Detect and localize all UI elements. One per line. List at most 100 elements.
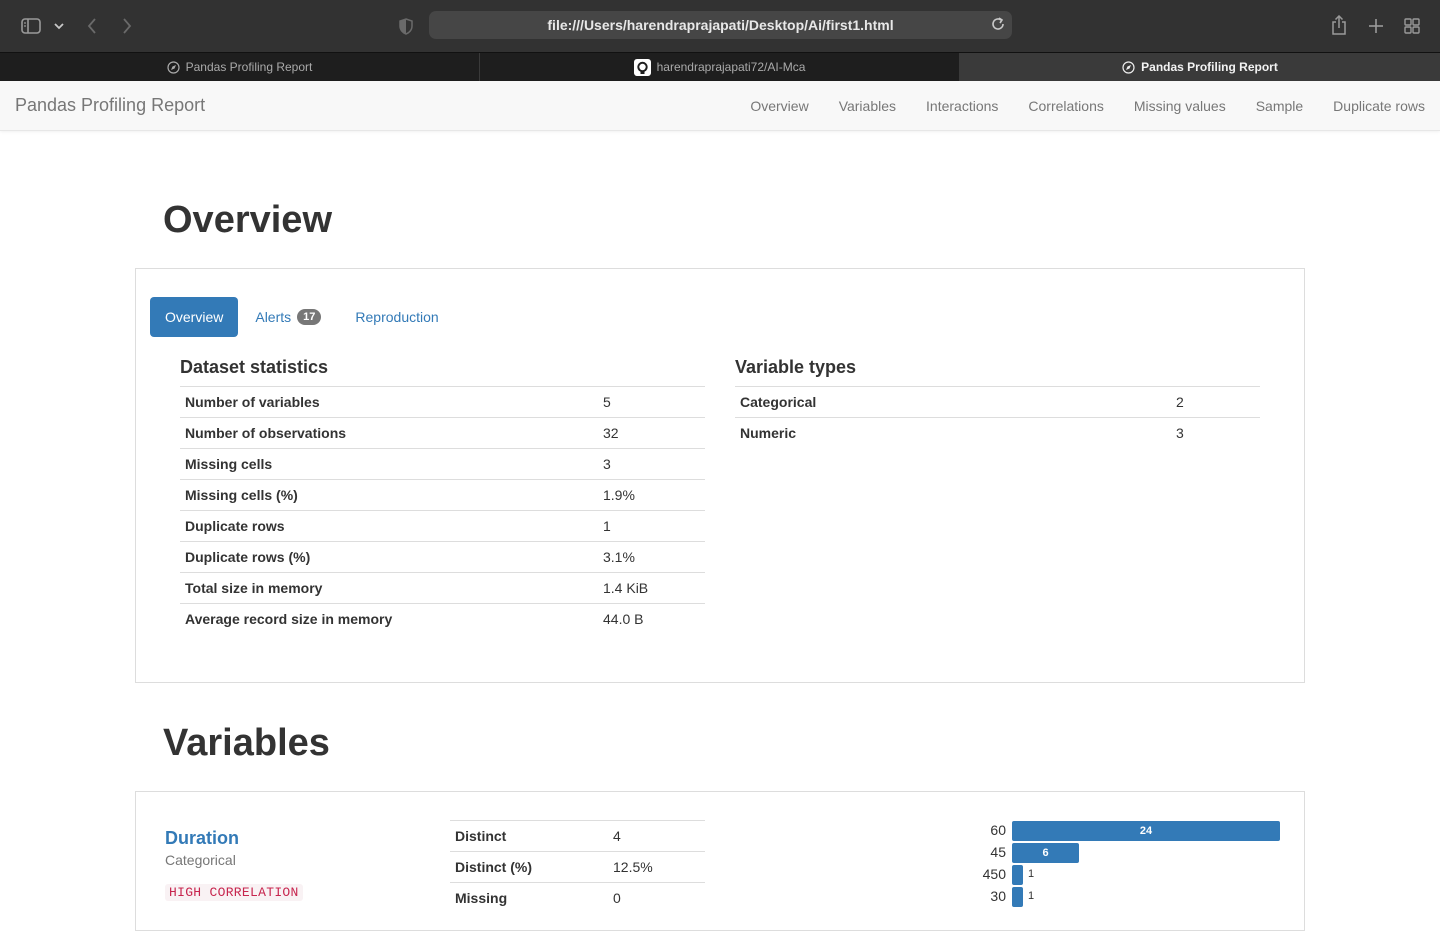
tab-overview[interactable]: Overview: [150, 297, 239, 337]
browser-tab[interactable]: Pandas Profiling Report: [0, 53, 480, 81]
alerts-count-badge: 17: [297, 309, 322, 325]
stat-label: Duplicate rows: [180, 510, 598, 542]
stat-value: 3: [598, 448, 705, 480]
sidebar-toggle-icon[interactable]: [20, 17, 42, 35]
stat-label: Categorical: [735, 386, 1171, 418]
frequency-count: 1: [1028, 868, 1035, 880]
stat-value: 5: [598, 386, 705, 418]
frequency-label: 30: [990, 888, 1006, 904]
stat-label: Number of observations: [180, 417, 598, 449]
variable-panel-duration: Duration Categorical HIGH CORRELATION Di…: [135, 791, 1305, 931]
forward-arrow-icon[interactable]: [119, 16, 135, 36]
dataset-statistics-title: Dataset statistics: [180, 357, 329, 377]
tab-alerts-label: Alerts: [255, 309, 292, 325]
frequency-chart: 60 24 45 6 450 1 30 1: [966, 821, 1286, 911]
address-bar[interactable]: file:///Users/harendraprajapati/Desktop/…: [429, 11, 1012, 39]
stat-label: Distinct (%): [450, 851, 608, 883]
dataset-statistics-table: Number of variables 5 Number of observatio…: [180, 386, 705, 635]
stat-value: 1.4 KiB: [598, 572, 705, 604]
stat-row: Missing 0: [450, 882, 705, 914]
stat-row: Categorical 2: [735, 386, 1260, 418]
stat-label: Numeric: [735, 417, 1171, 449]
browser-toolbar: file:///Users/harendraprajapati/Desktop/…: [0, 0, 1440, 52]
stat-row: Missing cells 3: [180, 448, 705, 480]
frequency-bar: [1012, 865, 1023, 885]
stat-label: Average record size in memory: [180, 603, 598, 635]
chevron-down-icon[interactable]: [52, 19, 66, 33]
frequency-bar: 6: [1012, 843, 1079, 863]
tab-reproduction[interactable]: Reproduction: [340, 297, 453, 337]
stat-value: 4: [608, 820, 705, 852]
browser-tab-label: harendraprajapati72/AI-Mca: [656, 60, 806, 74]
stat-row: Average record size in memory 44.0 B: [180, 603, 705, 635]
high-correlation-tag: HIGH CORRELATION: [165, 884, 303, 901]
frequency-count: 6: [1042, 847, 1049, 859]
overview-panel: Overview Alerts 17 Reproduction Dataset s…: [135, 268, 1305, 683]
nav-link-variables[interactable]: Variables: [824, 98, 911, 114]
report-navbar: Pandas Profiling Report Overview Variabl…: [0, 81, 1440, 131]
compass-icon: [1122, 60, 1135, 74]
browser-tab[interactable]: harendraprajapati72/AI-Mca: [480, 53, 960, 81]
variable-stats-table: Distinct 4 Distinct (%) 12.5% Missing 0: [450, 820, 705, 914]
tab-alerts[interactable]: Alerts 17: [240, 297, 336, 337]
variables-heading: Variables: [163, 722, 330, 764]
privacy-shield-icon[interactable]: [397, 16, 415, 36]
reload-icon[interactable]: [990, 16, 1006, 35]
stat-row: Missing cells (%) 1.9%: [180, 479, 705, 511]
stat-value: 44.0 B: [598, 603, 705, 635]
new-tab-plus-icon[interactable]: [1367, 17, 1385, 35]
navbar-links: Overview Variables Interactions Correlat…: [735, 81, 1440, 130]
variable-type: Categorical: [165, 852, 236, 868]
frequency-label: 450: [982, 866, 1006, 882]
compass-icon: [167, 60, 180, 74]
frequency-label: 60: [990, 822, 1006, 838]
frequency-bar: 24: [1012, 821, 1280, 841]
stat-value: 12.5%: [608, 851, 705, 883]
url-text: file:///Users/harendraprajapati/Desktop/…: [547, 17, 894, 33]
tab-overview-grid-icon[interactable]: [1403, 17, 1421, 35]
nav-link-interactions[interactable]: Interactions: [911, 98, 1013, 114]
stat-label: Distinct: [450, 820, 608, 852]
stat-value: 2: [1171, 386, 1260, 418]
overview-tabs: Overview Alerts 17 Reproduction: [150, 297, 454, 337]
stat-label: Missing cells (%): [180, 479, 598, 511]
nav-link-sample[interactable]: Sample: [1241, 98, 1318, 114]
browser-tab-label: Pandas Profiling Report: [1141, 60, 1278, 74]
stat-label: Duplicate rows (%): [180, 541, 598, 573]
stat-row: Numeric 3: [735, 417, 1260, 449]
frequency-count: 24: [1139, 825, 1153, 837]
back-arrow-icon[interactable]: [84, 16, 100, 36]
github-icon: [633, 58, 651, 76]
stat-label: Number of variables: [180, 386, 598, 418]
stat-row: Number of observations 32: [180, 417, 705, 449]
frequency-label: 45: [990, 844, 1006, 860]
stat-label: Missing cells: [180, 448, 598, 480]
variable-types-title: Variable types: [735, 357, 857, 377]
variable-types-table: Categorical 2 Numeric 3: [735, 386, 1260, 449]
stat-value: 1.9%: [598, 479, 705, 511]
stat-value: 1: [598, 510, 705, 542]
stat-value: 0: [608, 882, 705, 914]
stat-value: 32: [598, 417, 705, 449]
stat-row: Duplicate rows 1: [180, 510, 705, 542]
stat-row: Distinct (%) 12.5%: [450, 851, 705, 883]
navbar-brand[interactable]: Pandas Profiling Report: [15, 95, 205, 116]
variable-name[interactable]: Duration: [165, 828, 239, 849]
nav-link-duplicate-rows[interactable]: Duplicate rows: [1318, 98, 1440, 114]
stat-row: Duplicate rows (%) 3.1%: [180, 541, 705, 573]
stat-label: Total size in memory: [180, 572, 598, 604]
stat-row: Number of variables 5: [180, 386, 705, 418]
frequency-bar: [1012, 887, 1023, 907]
nav-link-overview[interactable]: Overview: [735, 98, 823, 114]
browser-tab-active[interactable]: Pandas Profiling Report: [960, 53, 1440, 81]
stat-label: Missing: [450, 882, 608, 914]
frequency-count: 1: [1028, 890, 1035, 902]
browser-tab-strip: Pandas Profiling Report harendraprajapat…: [0, 52, 1440, 81]
stat-row: Total size in memory 1.4 KiB: [180, 572, 705, 604]
overview-heading: Overview: [163, 199, 332, 241]
nav-link-correlations[interactable]: Correlations: [1013, 98, 1118, 114]
tab-reproduction-label: Reproduction: [355, 309, 439, 325]
share-icon[interactable]: [1330, 14, 1348, 36]
nav-link-missing-values[interactable]: Missing values: [1119, 98, 1241, 114]
browser-tab-label: Pandas Profiling Report: [185, 60, 313, 74]
